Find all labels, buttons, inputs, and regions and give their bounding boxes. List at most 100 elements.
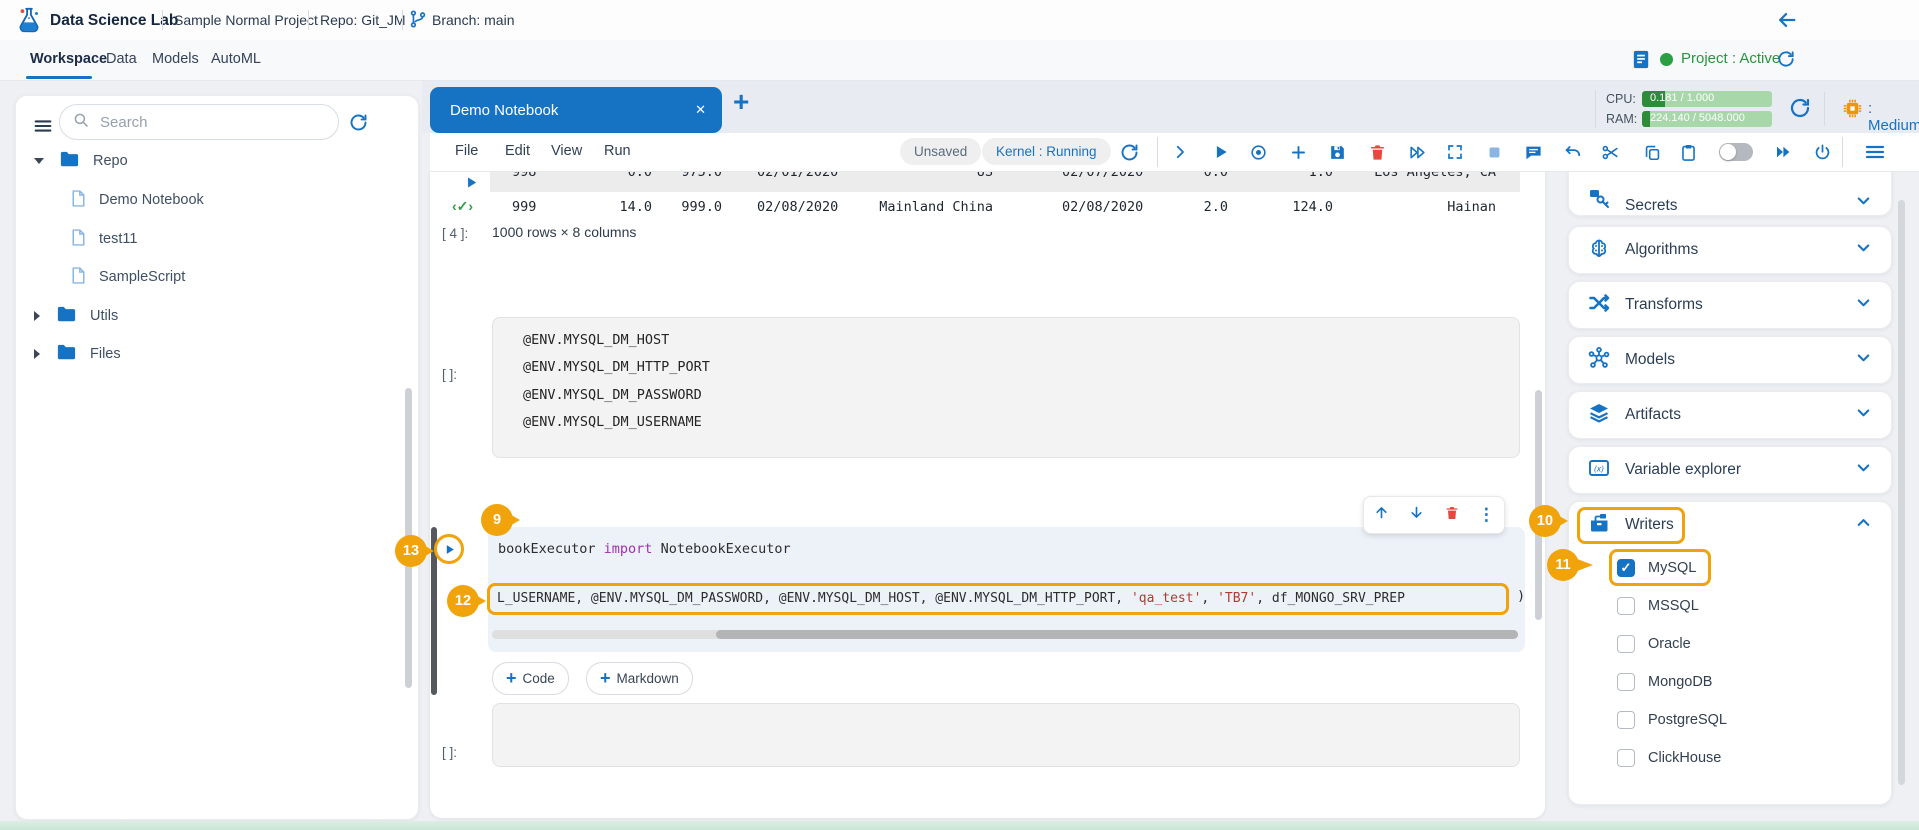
back-arrow-icon[interactable] <box>1776 9 1798 36</box>
run-all-icon[interactable] <box>1406 141 1428 163</box>
search-box[interactable] <box>59 104 339 140</box>
search-input[interactable] <box>98 113 302 132</box>
fullscreen-icon[interactable] <box>1444 141 1466 163</box>
tab-automl[interactable]: AutoML <box>211 51 261 67</box>
tree-item-files[interactable]: Files <box>34 337 394 371</box>
run-cell-play-icon[interactable] <box>1210 141 1232 163</box>
menu-edit[interactable]: Edit <box>505 143 530 159</box>
close-tab-icon[interactable] <box>695 101 706 119</box>
stop-icon[interactable] <box>1483 141 1505 163</box>
scrollbar-thumb[interactable] <box>716 630 1518 639</box>
chevron-down-icon[interactable] <box>1854 348 1873 372</box>
env-variables-cell[interactable]: @ENV.MYSQL_DM_HOST @ENV.MYSQL_DM_HTTP_PO… <box>492 317 1520 458</box>
empty-code-cell[interactable] <box>492 703 1520 767</box>
code-line: @ENV.MYSQL_DM_HOST <box>523 332 669 348</box>
add-markdown-cell-button[interactable]: Markdown <box>586 662 693 695</box>
checkbox-unchecked[interactable] <box>1617 635 1635 653</box>
copy-icon[interactable] <box>1641 141 1663 163</box>
new-tab-button[interactable] <box>733 92 749 116</box>
chevron-down-icon[interactable] <box>1854 191 1873 215</box>
interrupt-target-icon[interactable] <box>1247 141 1269 163</box>
project-logs-icon[interactable] <box>1630 48 1653 76</box>
checkbox-unchecked[interactable] <box>1617 673 1635 691</box>
tree-item-test11[interactable]: test11 <box>68 222 398 256</box>
menu-run[interactable]: Run <box>604 143 631 159</box>
horizontal-scrollbar[interactable] <box>492 630 1518 639</box>
move-cell-down-icon[interactable] <box>1408 504 1425 526</box>
more-options-icon[interactable] <box>1478 505 1495 525</box>
tab-demo-notebook[interactable]: Demo Notebook <box>430 87 722 133</box>
cell-value: 999.0 <box>662 199 722 215</box>
chevron-up-icon[interactable] <box>1854 513 1873 537</box>
transforms-icon <box>1587 291 1611 320</box>
caret-right-icon[interactable] <box>34 349 40 359</box>
skip-forward-icon[interactable] <box>1772 141 1794 163</box>
comments-icon[interactable] <box>1522 141 1544 163</box>
cell-actions-toolbar <box>1363 496 1505 534</box>
caret-right-icon[interactable] <box>34 311 40 321</box>
add-cell-plus-icon[interactable] <box>1287 141 1309 163</box>
move-cell-up-icon[interactable] <box>1373 504 1390 526</box>
tab-data[interactable]: Data <box>106 51 137 67</box>
writer-option-mssql[interactable]: MSSQL <box>1617 591 1699 621</box>
section-transforms[interactable]: Transforms <box>1568 281 1892 329</box>
resources-refresh-icon[interactable] <box>1788 96 1812 125</box>
tree-refresh-icon[interactable] <box>348 112 369 138</box>
run-step-chevron-icon[interactable] <box>1169 141 1191 163</box>
shutdown-power-icon[interactable] <box>1811 141 1833 163</box>
writer-option-oracle[interactable]: Oracle <box>1617 629 1691 659</box>
tab-models[interactable]: Models <box>152 51 199 67</box>
run-cell-gutter-play-icon[interactable] <box>464 175 479 195</box>
kernel-refresh-icon[interactable] <box>1118 141 1140 163</box>
undo-icon[interactable] <box>1561 141 1583 163</box>
chevron-down-icon[interactable] <box>1854 293 1873 317</box>
checkbox-unchecked[interactable] <box>1617 711 1635 729</box>
panel-scrollbar-thumb[interactable] <box>1898 200 1905 785</box>
section-variable-explorer[interactable]: (x) Variable explorer <box>1568 446 1892 494</box>
checkbox-unchecked[interactable] <box>1617 597 1635 615</box>
writer-option-postgresql[interactable]: PostgreSQL <box>1617 705 1727 735</box>
tree-item-samplescript[interactable]: SampleScript <box>68 260 398 294</box>
save-notebook-icon[interactable] <box>1326 141 1348 163</box>
delete-cell-trash-icon[interactable] <box>1366 141 1388 163</box>
tree-item-demo-notebook[interactable]: Demo Notebook <box>68 183 398 217</box>
cell-value: 2.0 <box>1140 199 1228 215</box>
checkbox-unchecked[interactable] <box>1617 749 1635 767</box>
table-row: 999 14.0 999.0 02/08/2020 Mainland China… <box>490 196 1520 220</box>
run-cell-play-button-highlighted[interactable] <box>434 534 464 564</box>
cell-value: 14.0 <box>552 199 652 215</box>
sidebar-menu-icon[interactable] <box>32 115 54 142</box>
code-text: L_USERNAME, @ENV.MYSQL_DM_PASSWORD, @ENV… <box>497 591 1131 606</box>
tree-item-label: test11 <box>99 231 137 247</box>
code-line: L_USERNAME, @ENV.MYSQL_DM_PASSWORD, @ENV… <box>497 591 1405 606</box>
algorithms-icon <box>1587 236 1611 265</box>
menu-file[interactable]: File <box>455 143 478 159</box>
menu-view[interactable]: View <box>551 143 582 159</box>
cut-icon[interactable] <box>1599 141 1621 163</box>
code-line: @ENV.MYSQL_DM_HTTP_PORT <box>523 359 710 375</box>
tab-workspace[interactable]: Workspace <box>30 51 107 67</box>
writer-option-mongodb[interactable]: MongoDB <box>1617 667 1712 697</box>
section-label: Algorithms <box>1625 241 1698 259</box>
execution-success-icon: ‹✓› <box>452 198 473 215</box>
section-artifacts[interactable]: Artifacts <box>1568 391 1892 439</box>
toolbar-menu-icon[interactable] <box>1862 141 1888 163</box>
paste-icon[interactable] <box>1677 141 1699 163</box>
add-code-cell-button[interactable]: Code <box>492 662 569 695</box>
chevron-down-icon[interactable] <box>1854 458 1873 482</box>
chevron-down-icon[interactable] <box>1854 403 1873 427</box>
delete-cell-icon[interactable] <box>1444 505 1460 526</box>
tree-item-utils[interactable]: Utils <box>34 299 394 333</box>
active-code-cell[interactable]: bookExecutor import NotebookExecutor L_U… <box>488 527 1525 652</box>
tree-item-repo[interactable]: Repo <box>34 144 394 178</box>
writer-option-clickhouse[interactable]: ClickHouse <box>1617 743 1721 773</box>
caret-down-icon[interactable] <box>34 158 44 164</box>
mode-toggle[interactable] <box>1718 141 1754 163</box>
project-refresh-icon[interactable] <box>1776 49 1796 74</box>
chevron-down-icon[interactable] <box>1854 238 1873 262</box>
section-models[interactable]: Models <box>1568 336 1892 384</box>
divider <box>1842 137 1843 167</box>
add-markdown-label: Markdown <box>617 671 679 686</box>
section-algorithms[interactable]: Algorithms <box>1568 226 1892 274</box>
divider <box>1824 92 1825 126</box>
